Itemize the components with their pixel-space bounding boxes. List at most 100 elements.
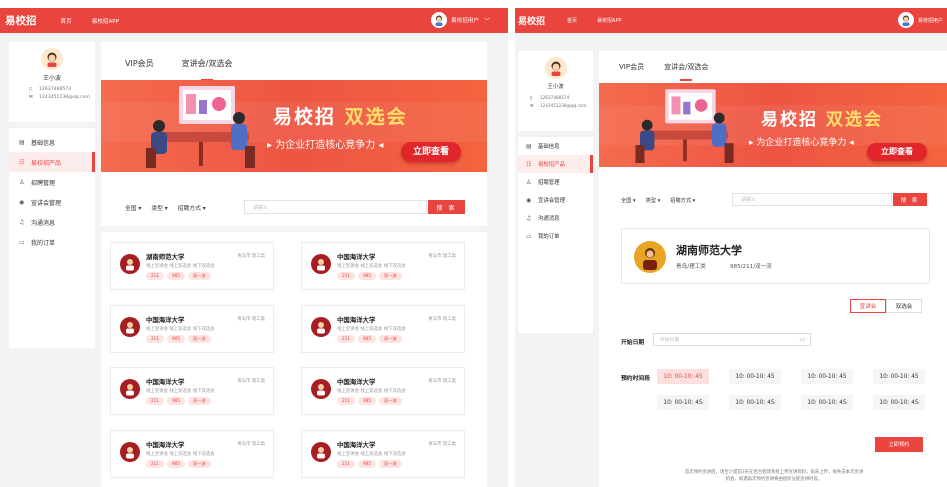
sidebar-item-messages[interactable]: ♫ 沟通消息 xyxy=(9,212,95,232)
phone-icon: ▯ xyxy=(29,87,32,92)
sidebar-item-orders[interactable]: ▭ 我的订单 xyxy=(9,232,95,252)
sidebar-item-recruit[interactable]: ♙ 招聘管理 xyxy=(9,172,95,192)
nav-app[interactable]: 易校招APP xyxy=(92,17,119,25)
user-menu[interactable]: 易校招用户 ﹀ xyxy=(431,12,490,28)
filter-region[interactable]: 全国 ▾ xyxy=(621,197,636,204)
university-modes: 线上宣讲会 线上双选会 线下双选会 xyxy=(337,389,406,394)
profile-avatar xyxy=(41,48,63,70)
banner-title-c: 双选会 xyxy=(344,106,408,128)
bell-icon: ♫ xyxy=(526,214,532,222)
filter-type[interactable]: 类型 ▾ xyxy=(646,197,661,204)
university-card[interactable]: 中国海洋大学 青岛市 理工类 线上宣讲会 线上双选会 线下双选会 211 985 双一流 xyxy=(110,367,274,415)
university-name: 中国海洋大学 xyxy=(337,316,376,324)
university-tags: 211 985 双一流 xyxy=(337,397,405,405)
sidebar-item-talks[interactable]: ◉ 宣讲会管理 xyxy=(9,192,95,212)
tab-vip[interactable]: VIP会员 xyxy=(125,58,154,69)
time-slot[interactable]: 10: 00-10: 45 xyxy=(729,395,781,410)
sidebar-item-recruit[interactable]: ♙ 招聘管理 xyxy=(518,173,593,191)
time-slot[interactable]: 10: 00-10: 45 xyxy=(657,369,709,384)
app-logo[interactable]: 易校招 xyxy=(518,14,545,27)
nav-home[interactable]: 首页 xyxy=(61,17,72,25)
sidebar-item-label: 我的订单 xyxy=(31,239,56,247)
segment-talk[interactable]: 宣讲会 xyxy=(850,299,886,313)
chevron-down-icon[interactable]: ﹀ xyxy=(484,16,490,25)
order-icon: ▭ xyxy=(526,232,532,240)
search-input[interactable]: 请输入 xyxy=(732,193,892,206)
tab-talks[interactable]: 宣讲会/双选会 xyxy=(664,62,708,81)
search-input[interactable]: 请输入 xyxy=(244,200,427,214)
sidebar-item-basic-info[interactable]: ▤ 基础信息 xyxy=(9,132,95,152)
user-name: 易校招用户 xyxy=(917,17,943,24)
app-logo[interactable]: 易校招 xyxy=(5,13,37,28)
filter-type[interactable]: 类型 ▾ xyxy=(151,203,167,212)
book-now-button[interactable]: 立即预约 xyxy=(875,437,923,452)
filter-method[interactable]: 招聘方式 ▾ xyxy=(670,197,695,204)
sidebar-item-products[interactable]: ☷ 易校招产品 xyxy=(518,155,593,173)
tab-label: 宣讲会/双选会 xyxy=(181,59,233,68)
university-logo xyxy=(311,379,331,399)
sidebar-item-talks[interactable]: ◉ 宣讲会管理 xyxy=(518,191,593,209)
university-logo xyxy=(120,254,140,274)
university-location: 青岛市 理工类 xyxy=(237,442,265,447)
tag-badge: 双一流 xyxy=(379,460,402,468)
university-card[interactable]: 中国海洋大学 青岛市 理工类 线上宣讲会 线上双选会 线下双选会 211 985 双一流 xyxy=(110,305,274,353)
user-avatar xyxy=(431,12,447,28)
university-name: 湖南师范大学 xyxy=(146,253,185,261)
sidebar-item-messages[interactable]: ♫ 沟通消息 xyxy=(518,209,593,227)
start-date-picker[interactable]: 开始日期 ▭ xyxy=(653,333,811,346)
tag-badge: 985 xyxy=(358,397,376,405)
sidebar-item-basic-info[interactable]: ▤ 基础信息 xyxy=(518,137,593,155)
banner-title-b: 校招 xyxy=(294,106,337,128)
nav-app[interactable]: 易校招APP xyxy=(597,17,621,24)
tag-badge: 985 xyxy=(167,272,185,280)
university-card[interactable]: 中国海洋大学 青岛市 理工类 线上宣讲会 线上双选会 线下双选会 211 985 双一流 xyxy=(110,430,274,478)
time-slot[interactable]: 10: 00-10: 45 xyxy=(801,395,853,410)
university-card[interactable]: 中国海洋大学 青岛市 理工类 线上宣讲会 线上双选会 线下双选会 211 985 双一流 xyxy=(301,242,465,290)
promo-banner[interactable]: 易校招 双选会 ▸ 为企业打造核心竞争力 ◂ 立即查看 xyxy=(599,83,947,167)
tag-badge: 211 xyxy=(146,460,164,468)
banner-cta-button[interactable]: 立即查看 xyxy=(401,142,461,162)
tab-bar: VIP会员 宣讲会/双选会 xyxy=(125,58,233,81)
sidebar-item-orders[interactable]: ▭ 我的订单 xyxy=(518,227,593,245)
university-card[interactable]: 中国海洋大学 青岛市 理工类 线上宣讲会 线上双选会 线下双选会 211 985 双一流 xyxy=(301,305,465,353)
university-card[interactable]: 湖南师范大学 青岛市 理工类 线上宣讲会 线上双选会 线下双选会 211 985 双一流 xyxy=(110,242,274,290)
university-tags: 211 985 双一流 xyxy=(337,335,405,343)
tag-badge: 双一流 xyxy=(188,397,211,405)
time-slot[interactable]: 10: 00-10: 45 xyxy=(873,369,925,384)
search-button[interactable]: 搜 索 xyxy=(893,193,927,206)
user-name: 易校招用户 xyxy=(451,18,479,24)
university-tags: 211 985 双一流 xyxy=(146,397,214,405)
time-slot[interactable]: 10: 00-10: 45 xyxy=(801,369,853,384)
tag-badge: 211 xyxy=(337,272,355,280)
university-name: 中国海洋大学 xyxy=(337,441,376,449)
nav-home[interactable]: 首页 xyxy=(567,17,577,24)
time-slot[interactable]: 10: 00-10: 45 xyxy=(729,369,781,384)
tab-vip[interactable]: VIP会员 xyxy=(619,62,644,72)
time-slot[interactable]: 10: 00-10: 45 xyxy=(873,395,925,410)
university-modes: 线上宣讲会 线上双选会 线下双选会 xyxy=(337,264,406,269)
university-name: 湖南师范大学 xyxy=(676,244,742,257)
university-tags: 211 985 双一流 xyxy=(146,272,214,280)
time-slot[interactable]: 10: 00-10: 45 xyxy=(657,395,709,410)
tag-badge: 985 xyxy=(167,335,185,343)
banner-title-b: 校招 xyxy=(780,110,818,130)
main-card: VIP会员 宣讲会/双选会 易校招 双选会 ▸ 为企业打造核心竞争力 ◂ 立即查… xyxy=(599,51,947,214)
banner-cta-button[interactable]: 立即查看 xyxy=(867,143,927,161)
promo-banner[interactable]: 易校招 双选会 ▸ 为企业打造核心竞争力 ◂ 立即查看 xyxy=(101,80,487,172)
tag-badge: 211 xyxy=(146,272,164,280)
banner-subtitle: ▸ 为企业打造核心竞争力 ◂ xyxy=(267,140,384,151)
university-card[interactable]: 中国海洋大学 青岛市 理工类 线上宣讲会 线上双选会 线下双选会 211 985 双一流 xyxy=(301,367,465,415)
tag-badge: 985 xyxy=(358,272,376,280)
tab-talks[interactable]: 宣讲会/双选会 xyxy=(181,58,233,81)
filter-region[interactable]: 全国 ▾ xyxy=(125,203,141,212)
user-menu[interactable]: 易校招用户 xyxy=(897,12,943,28)
profile-phone: 12637488574 xyxy=(39,87,72,92)
filter-method[interactable]: 招聘方式 ▾ xyxy=(178,203,206,212)
segment-fair[interactable]: 双选会 xyxy=(886,299,922,313)
university-card[interactable]: 中国海洋大学 青岛市 理工类 线上宣讲会 线上双选会 线下双选会 211 985 双一流 xyxy=(301,430,465,478)
booking-note: 首次预约宣讲后，请至少提前3天在后台管理系统上传宣讲资料，如未上传，很失去本次宣… xyxy=(629,469,919,483)
tag-badge: 985 xyxy=(167,397,185,405)
sidebar-item-products[interactable]: ☷ 易校招产品 xyxy=(9,152,95,172)
phone-icon: ▯ xyxy=(530,95,533,100)
search-button[interactable]: 搜 索 xyxy=(428,200,465,214)
